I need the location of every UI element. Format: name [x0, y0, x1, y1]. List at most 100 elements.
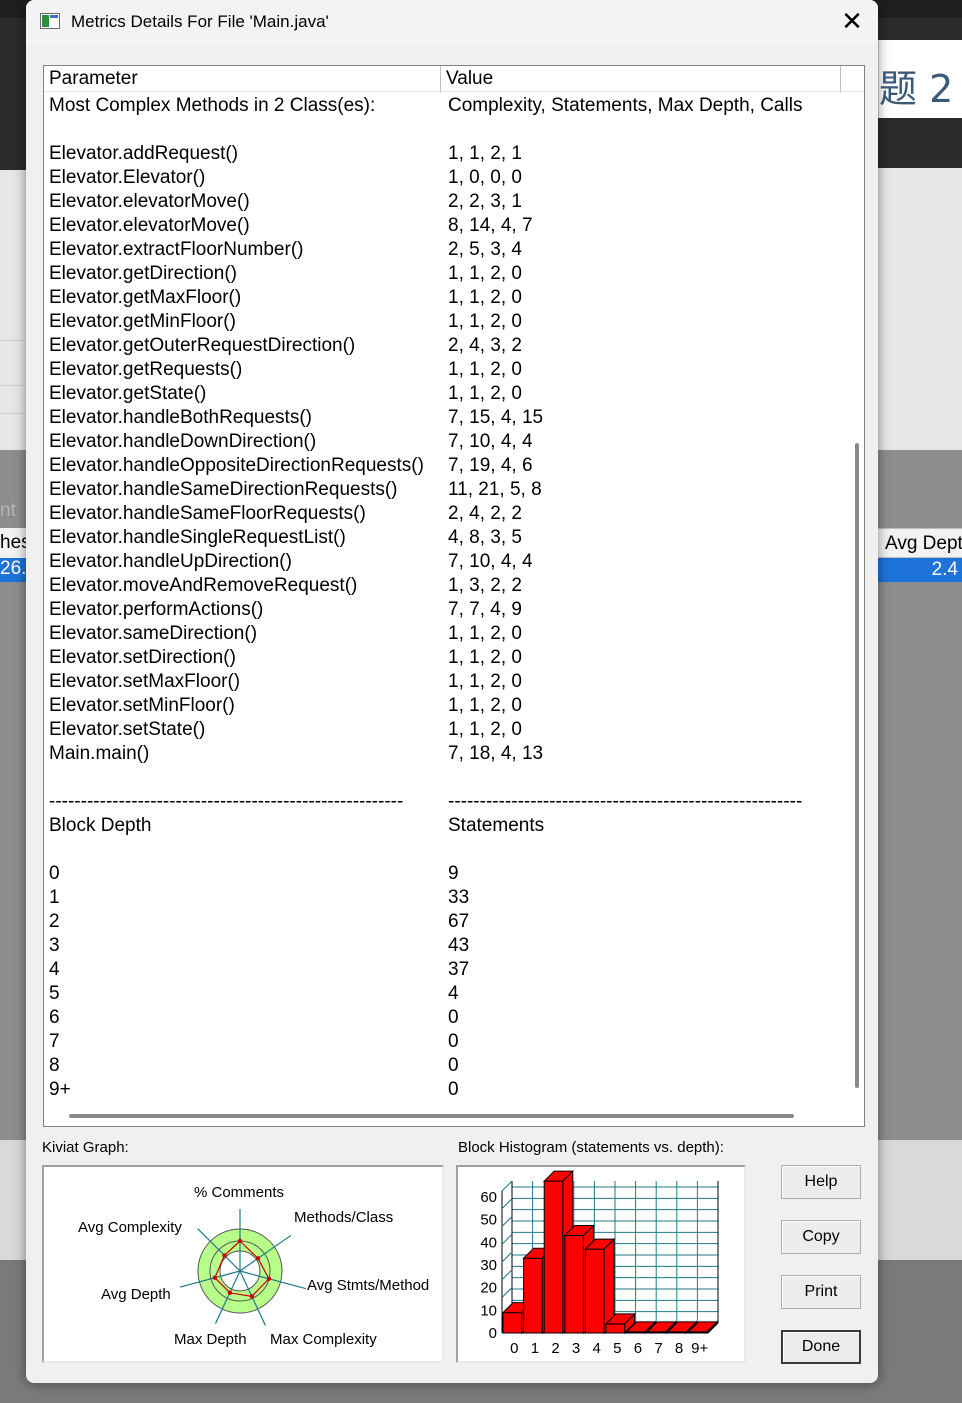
parameter-cell: Elevator.Elevator()	[49, 167, 206, 188]
list-header: Parameter Value	[44, 66, 864, 92]
table-row[interactable]: Elevator.getDirection() 1, 1, 2, 0	[44, 262, 844, 286]
table-row[interactable]: 4 37	[44, 958, 844, 982]
value-cell: 11, 21, 5, 8	[448, 479, 542, 500]
value-cell: 9	[448, 863, 459, 884]
table-row[interactable]: Elevator.performActions() 7, 7, 4, 9	[44, 598, 844, 622]
print-button[interactable]: Print	[781, 1275, 861, 1309]
table-row[interactable]: Elevator.setMaxFloor() 1, 1, 2, 0	[44, 670, 844, 694]
histogram-side-grid	[501, 1198, 513, 1210]
value-cell: 7, 10, 4, 4	[448, 431, 533, 452]
parameter-cell: 7	[49, 1031, 60, 1052]
kiviat-point	[255, 1256, 261, 1261]
table-row[interactable]: Elevator.setState() 1, 1, 2, 0	[44, 718, 844, 742]
histogram-side-grid	[501, 1216, 513, 1227]
table-row[interactable]: 70	[44, 1030, 844, 1054]
parameter-cell: 9+	[49, 1079, 71, 1100]
value-cell: 4, 8, 3, 5	[448, 527, 522, 548]
histogram-x-tick: 9+	[691, 1340, 708, 1357]
kiviat-axis-label-avg-complexity: Avg Complexity	[78, 1219, 182, 1236]
table-row[interactable]: Elevator.getOuterRequestDirection() 2, 4,…	[44, 334, 844, 358]
table-row[interactable]: Most Complex Methods in 2 Class(es): Comp…	[44, 94, 844, 118]
table-row[interactable]: Elevator.getState() 1, 1, 2, 0	[44, 382, 844, 406]
table-row[interactable]: Elevator.handleUpDirection() 7, 10, 4, 4	[44, 550, 844, 574]
value-cell: 7, 15, 4, 15	[448, 407, 544, 428]
column-header-value[interactable]: Value	[441, 66, 841, 92]
histogram-x-tick: 6	[634, 1340, 642, 1357]
table-row[interactable]: Main.main() 7, 18, 4, 13	[44, 742, 844, 766]
table-row[interactable]: Elevator.handleSingleRequestList() 4, 8, …	[44, 526, 844, 550]
table-row[interactable]: 54	[44, 982, 844, 1006]
table-row[interactable]: Elevator.getRequests() 1, 1, 2, 0	[44, 358, 844, 382]
close-button[interactable]: ✕	[826, 0, 878, 44]
column-header-parameter[interactable]: Parameter	[44, 66, 441, 92]
table-row[interactable]: Elevator.sameDirection() 1, 1, 2, 0	[44, 622, 844, 646]
parameter-cell: Elevator.getMaxFloor()	[49, 287, 242, 308]
table-row[interactable]: Elevator.handleOppositeDirectionRequests…	[44, 454, 844, 478]
kiviat-point	[249, 1294, 255, 1299]
parameter-cell: Elevator.setMaxFloor()	[49, 671, 241, 692]
vertical-scrollbar-thumb[interactable]	[855, 443, 859, 1088]
table-row[interactable]: ----------------------------------------…	[44, 790, 844, 814]
table-row[interactable]: Elevator.getMaxFloor() 1, 1, 2, 0	[44, 286, 844, 310]
horizontal-scrollbar[interactable]	[44, 1106, 864, 1126]
table-row[interactable]: 9+ 0	[44, 1078, 844, 1102]
parameter-cell: 8	[49, 1055, 60, 1076]
table-row[interactable]	[44, 118, 844, 142]
table-row[interactable]: Elevator.setMinFloor() 1, 1, 2, 0	[44, 694, 844, 718]
table-row[interactable]: 3 43	[44, 934, 844, 958]
value-cell: 8, 14, 4, 7	[448, 215, 533, 236]
table-row[interactable]: 09	[44, 862, 844, 886]
table-row[interactable]: Elevator.Elevator() 1, 0, 0, 0	[44, 166, 844, 190]
table-row[interactable]	[44, 838, 844, 862]
metrics-list-view[interactable]: Parameter Value Most Complex Methods in …	[43, 65, 865, 1127]
table-row[interactable]: Elevator.handleSameFloorRequests() 2, 4, …	[44, 502, 844, 526]
table-row[interactable]: Elevator.addRequest() 1, 1, 2, 1	[44, 142, 844, 166]
table-row[interactable]: Elevator.setDirection() 1, 1, 2, 0	[44, 646, 844, 670]
help-button[interactable]: Help	[781, 1165, 861, 1199]
table-row[interactable]: Elevator.handleDownDirection() 7, 10, 4, …	[44, 430, 844, 454]
horizontal-scrollbar-thumb[interactable]	[69, 1114, 794, 1118]
kiviat-axis-label-methods-class: Methods/Class	[294, 1209, 393, 1226]
parameter-cell: Elevator.handleSameDirectionRequests()	[49, 479, 398, 500]
table-row[interactable]: Block Depth Statements	[44, 814, 844, 838]
parameter-cell: 4	[49, 959, 60, 980]
table-row[interactable]: Elevator.elevatorMove() 2, 2, 3, 1	[44, 190, 844, 214]
value-cell: 0	[448, 1031, 459, 1052]
parameter-cell: Elevator.setMinFloor()	[49, 695, 235, 716]
value-cell: 1, 1, 2, 0	[448, 359, 522, 380]
kiviat-point	[237, 1238, 243, 1244]
histogram-y-tick: 10	[480, 1302, 497, 1319]
table-row[interactable]: 2 67	[44, 910, 844, 934]
value-cell: 2, 2, 3, 1	[448, 191, 522, 212]
parameter-cell: Elevator.handleDownDirection()	[49, 431, 317, 452]
parameter-cell: Elevator.setDirection()	[49, 647, 236, 668]
histogram-x-tick: 3	[572, 1340, 580, 1357]
table-row[interactable]: Elevator.handleSameDirectionRequests() 11…	[44, 478, 844, 502]
histogram-x-tick: 5	[613, 1340, 621, 1357]
copy-button[interactable]: Copy	[781, 1220, 861, 1254]
histogram-side-grid	[501, 1233, 513, 1245]
table-row[interactable]: Elevator.extractFloorNumber() 2, 5, 3, 4	[44, 238, 844, 262]
table-row[interactable]: 80	[44, 1054, 844, 1078]
parameter-cell: Elevator.elevatorMove()	[49, 191, 250, 212]
table-row[interactable]: Elevator.handleBothRequests() 7, 15, 4, 1…	[44, 406, 844, 430]
value-cell: Complexity, Statements, Max Depth, Calls	[448, 95, 803, 116]
value-cell: 0	[448, 1007, 459, 1028]
table-row[interactable]: Elevator.elevatorMove() 8, 14, 4, 7	[44, 214, 844, 238]
title-bar[interactable]: Metrics Details For File 'Main.java' ✕	[26, 0, 878, 44]
background-table-header-avg-depth: Avg Depth	[878, 528, 962, 558]
table-row[interactable]: Elevator.moveAndRemoveRequest() 1, 3, 2, …	[44, 574, 844, 598]
parameter-cell: Elevator.handleOppositeDirectionRequests…	[49, 455, 424, 476]
done-button[interactable]: Done	[781, 1330, 861, 1364]
table-row[interactable]: Elevator.getMinFloor() 1, 1, 2, 0	[44, 310, 844, 334]
table-row[interactable]: 1 33	[44, 886, 844, 910]
parameter-cell: Elevator.sameDirection()	[49, 623, 258, 644]
parameter-cell: 0	[49, 863, 60, 884]
value-cell: 1, 1, 2, 0	[448, 311, 522, 332]
table-row[interactable]: 60	[44, 1006, 844, 1030]
histogram-x-tick: 8	[675, 1340, 683, 1357]
table-row[interactable]	[44, 766, 844, 790]
value-cell: 1, 1, 2, 1	[448, 143, 522, 164]
kiviat-graph: % Comments Methods/Class Avg Stmts/Metho…	[42, 1165, 444, 1363]
vertical-scrollbar[interactable]	[847, 93, 864, 1106]
